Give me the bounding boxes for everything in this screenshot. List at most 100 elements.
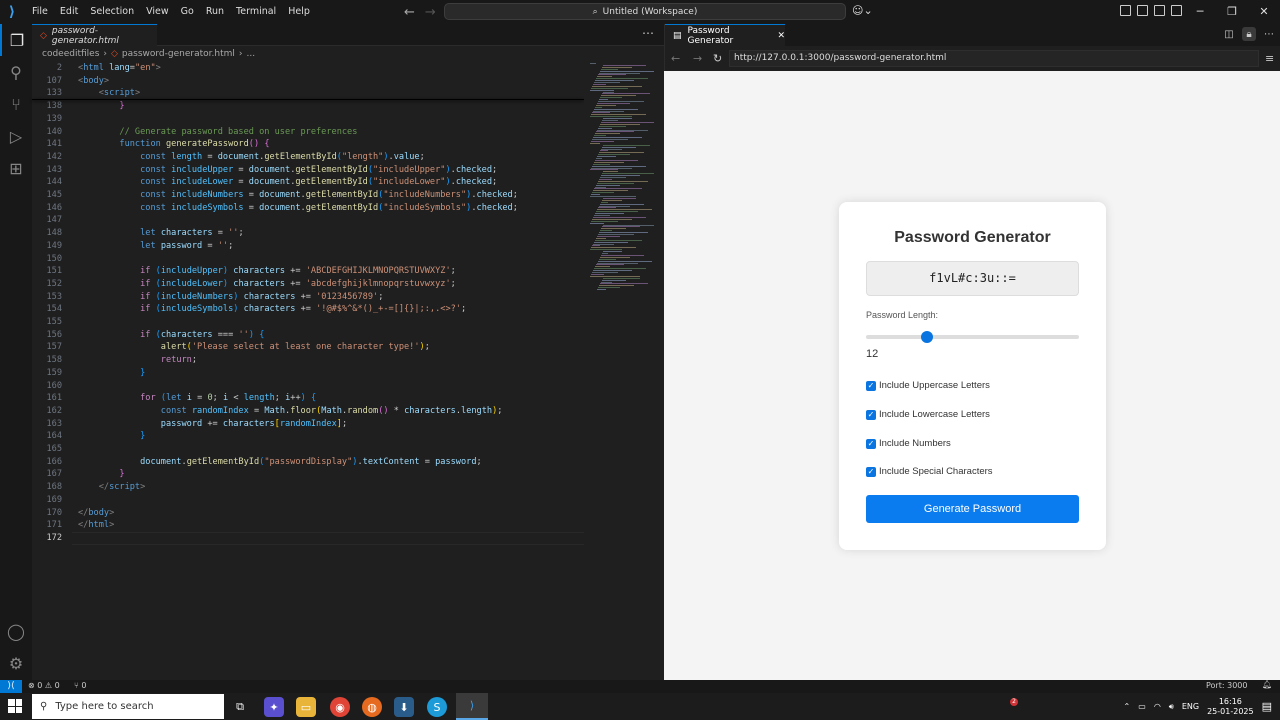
chrome-icon[interactable]: ◉ bbox=[330, 697, 350, 717]
port-status[interactable]: Port: 3000 bbox=[1206, 681, 1247, 690]
forward-arrow-icon[interactable]: → bbox=[693, 52, 702, 65]
menu-terminal[interactable]: Terminal bbox=[230, 0, 282, 24]
code-line[interactable]: document.getElementById("passwordDisplay… bbox=[78, 457, 482, 467]
command-center[interactable]: ⌕ Untitled (Workspace) bbox=[444, 3, 846, 20]
code-line[interactable]: return; bbox=[78, 355, 197, 365]
installer-app-icon[interactable]: ⬇ bbox=[394, 697, 414, 717]
more-actions-icon[interactable]: ⋯ bbox=[1262, 27, 1276, 41]
code-line[interactable]: let password = ''; bbox=[78, 241, 233, 251]
code-line[interactable]: if (includeSymbols) characters += '!@#$%… bbox=[78, 304, 466, 314]
battery-icon[interactable]: ▭ bbox=[1138, 702, 1146, 711]
minimap[interactable] bbox=[584, 61, 664, 680]
chevron-up-icon[interactable]: ⌃ bbox=[1124, 702, 1131, 711]
menu-file[interactable]: File bbox=[26, 0, 54, 24]
code-line[interactable]: for (let i = 0; i < length; i++) { bbox=[78, 393, 316, 403]
code-line[interactable]: </script> bbox=[78, 482, 146, 492]
search-icon[interactable]: ⚲ bbox=[0, 56, 32, 88]
checkbox-checked-icon[interactable]: ✓ bbox=[866, 380, 876, 391]
checkbox-checked-icon[interactable]: ✓ bbox=[866, 466, 876, 477]
run-debug-icon[interactable]: ▷ bbox=[0, 120, 32, 152]
length-slider[interactable] bbox=[866, 331, 1079, 343]
restore-icon[interactable]: ❐ bbox=[1216, 0, 1248, 24]
code-line[interactable]: let characters = ''; bbox=[78, 228, 244, 238]
back-arrow-icon[interactable]: ← bbox=[404, 5, 415, 20]
code-line[interactable]: const includeUpper = document.getElement… bbox=[78, 165, 497, 175]
language-indicator[interactable]: ENG bbox=[1182, 702, 1199, 711]
copilot-app-icon[interactable]: ✦ bbox=[264, 697, 284, 717]
breadcrumb-file[interactable]: password-generator.html bbox=[122, 49, 235, 59]
account-icon[interactable]: ◯ bbox=[0, 615, 32, 647]
code-editor[interactable]: 2 <html lang="en"> 107 <body> 133 <script> 13… bbox=[32, 61, 584, 680]
menu-icon[interactable]: ≡ bbox=[1265, 52, 1274, 65]
code-line[interactable]: <script> bbox=[78, 88, 140, 98]
lock-icon[interactable]: 🔒︎ bbox=[1242, 27, 1256, 41]
browser-tab[interactable]: ▤ Password Generator ✕ bbox=[665, 24, 785, 46]
more-actions-icon[interactable]: ⋯ bbox=[642, 26, 654, 40]
menu-go[interactable]: Go bbox=[175, 0, 200, 24]
code-line[interactable]: </html> bbox=[78, 520, 114, 530]
task-view-icon[interactable]: ⧉ bbox=[230, 697, 250, 717]
breadcrumb-folder[interactable]: codeeditfiles bbox=[42, 49, 99, 59]
file-explorer-icon[interactable]: ▭ bbox=[296, 697, 316, 717]
menu-view[interactable]: View bbox=[140, 0, 175, 24]
minimize-icon[interactable]: ─ bbox=[1184, 0, 1216, 24]
checkbox-checked-icon[interactable]: ✓ bbox=[866, 438, 876, 449]
code-line[interactable]: if (includeUpper) characters += 'ABCDEFG… bbox=[78, 266, 456, 276]
copilot-icon[interactable]: ☺⌄ bbox=[852, 4, 873, 17]
source-control-icon[interactable]: ⑂ bbox=[0, 88, 32, 120]
menu-edit[interactable]: Edit bbox=[54, 0, 84, 24]
code-line[interactable]: const includeLower = document.getElement… bbox=[78, 177, 497, 187]
code-line[interactable]: if (includeNumbers) characters += '01234… bbox=[78, 292, 383, 302]
bell-icon[interactable]: 🔔︎ bbox=[1262, 680, 1272, 689]
code-line[interactable]: } bbox=[78, 101, 124, 111]
code-line[interactable]: } bbox=[78, 431, 145, 441]
code-line[interactable]: const randomIndex = Math.floor(Math.rand… bbox=[78, 406, 503, 416]
include-lowercase-option[interactable]: ✓ Include Lowercase Letters bbox=[866, 409, 990, 420]
code-line[interactable]: } bbox=[78, 368, 145, 378]
close-icon[interactable]: ✕ bbox=[1248, 0, 1280, 24]
code-line[interactable]: } bbox=[78, 469, 124, 479]
checkbox-checked-icon[interactable]: ✓ bbox=[866, 409, 876, 420]
toggle-secondary-sidebar-icon[interactable] bbox=[1171, 5, 1182, 16]
code-line[interactable]: if (characters === '') { bbox=[78, 330, 264, 340]
split-editor-icon[interactable]: ◫ bbox=[1222, 27, 1236, 41]
remote-icon[interactable]: ⟩⟨ bbox=[0, 680, 22, 693]
code-line[interactable]: const length = document.getElementById("… bbox=[78, 152, 425, 162]
customize-layout-icon[interactable] bbox=[1120, 5, 1131, 16]
ports-status[interactable]: ⑂ 0 bbox=[74, 681, 86, 690]
editor-tab[interactable]: ◇ password-generator.html bbox=[32, 24, 157, 46]
wifi-icon[interactable]: ◠ bbox=[1154, 702, 1161, 711]
menu-selection[interactable]: Selection bbox=[84, 0, 140, 24]
include-special-option[interactable]: ✓ Include Special Characters bbox=[866, 466, 993, 477]
settings-gear-icon[interactable]: ⚙ bbox=[0, 647, 32, 679]
include-numbers-option[interactable]: ✓ Include Numbers bbox=[866, 438, 951, 449]
close-tab-icon[interactable]: ✕ bbox=[777, 31, 785, 41]
menu-help[interactable]: Help bbox=[282, 0, 316, 24]
slider-thumb[interactable] bbox=[920, 331, 933, 343]
address-bar[interactable]: http://127.0.0.1:3000/password-generator… bbox=[729, 50, 1259, 67]
code-line[interactable]: if (includeLower) characters += 'abcdefg… bbox=[78, 279, 456, 289]
extensions-icon[interactable]: ⊞ bbox=[0, 152, 32, 184]
code-line[interactable]: </body> bbox=[78, 508, 114, 518]
code-line[interactable]: function generatePassword() { bbox=[78, 139, 269, 149]
breadcrumb-symbol[interactable]: ... bbox=[246, 49, 255, 59]
code-line[interactable]: alert('Please select at least one charac… bbox=[78, 342, 430, 352]
problems-status[interactable]: ⊗ 0 ⚠ 0 bbox=[28, 681, 60, 690]
include-uppercase-option[interactable]: ✓ Include Uppercase Letters bbox=[866, 380, 990, 391]
menu-run[interactable]: Run bbox=[200, 0, 230, 24]
code-line[interactable]: const includeNumbers = document.getEleme… bbox=[78, 190, 518, 200]
generate-password-button[interactable]: Generate Password bbox=[866, 495, 1079, 523]
notifications-icon[interactable]: ▤ bbox=[1262, 700, 1272, 713]
code-line[interactable]: password += characters[randomIndex]; bbox=[78, 419, 347, 429]
volume-icon[interactable]: 🔊︎ bbox=[1169, 702, 1174, 712]
vscode-taskbar-icon[interactable]: ⟩ bbox=[456, 693, 488, 720]
toggle-sidebar-icon[interactable] bbox=[1137, 5, 1148, 16]
firefox-icon[interactable]: ◍ bbox=[362, 697, 382, 717]
skype-icon[interactable]: S bbox=[427, 697, 447, 717]
reload-icon[interactable]: ↻ bbox=[713, 52, 722, 65]
windows-start-icon[interactable] bbox=[8, 699, 22, 713]
code-line[interactable]: <body> bbox=[78, 76, 109, 86]
back-arrow-icon[interactable]: ← bbox=[671, 52, 680, 65]
code-line[interactable]: const includeSymbols = document.getEleme… bbox=[78, 203, 518, 213]
toggle-panel-icon[interactable] bbox=[1154, 5, 1165, 16]
